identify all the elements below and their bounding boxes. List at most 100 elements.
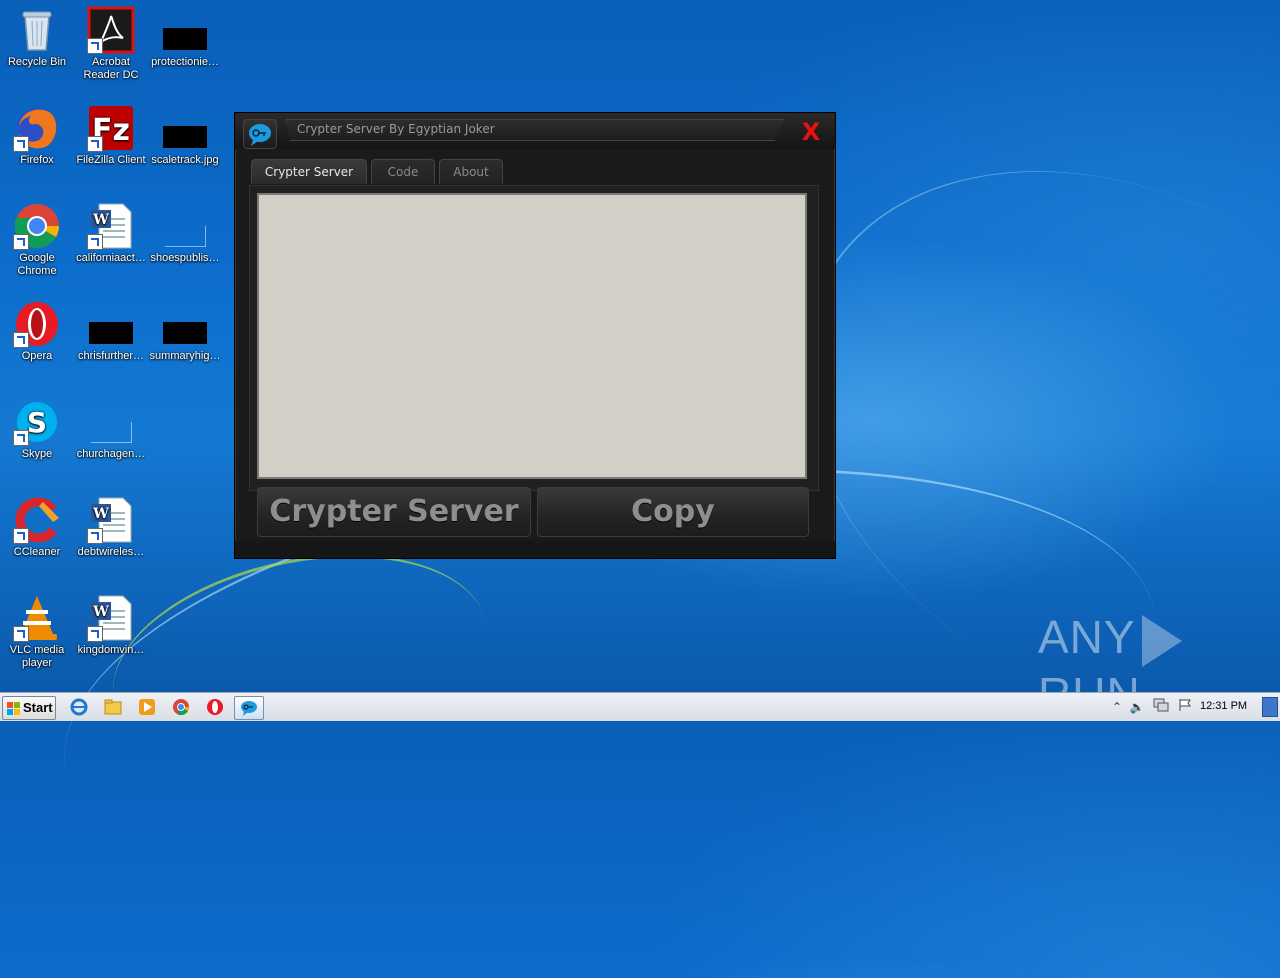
desktop-icon-label: Recycle Bin: [7, 56, 67, 68]
desktop-icon-label: summaryhig…: [149, 350, 221, 362]
shortcut-arrow-icon: [87, 38, 103, 54]
desktop-icon-vlc[interactable]: VLC media player: [0, 594, 74, 670]
acrobat-reader-icon: [87, 6, 135, 54]
shortcut-arrow-icon: [13, 234, 29, 250]
shortcut-arrow-icon: [87, 626, 103, 642]
tab-about[interactable]: About: [439, 159, 503, 184]
opera-icon[interactable]: [202, 696, 228, 718]
redacted-file-icon: [161, 104, 209, 152]
desktop-icon-skype[interactable]: S Skype: [0, 398, 74, 461]
window-title: Crypter Server By Egyptian Joker: [297, 122, 495, 136]
desktop-icon-google-chrome[interactable]: Google Chrome: [0, 202, 74, 278]
desktop-icon-opera[interactable]: Opera: [0, 300, 74, 363]
redacted-file-icon: [161, 6, 209, 54]
desktop-icon-label: Acrobat Reader DC: [83, 56, 139, 81]
desktop-icon-label: FileZilla Client: [76, 154, 146, 166]
desktop-icon-label: churchagen…: [76, 448, 146, 460]
desktop-icon-label: Google Chrome: [17, 252, 57, 277]
taskbar: Start ⌃ 🔈 12:31 PM: [0, 692, 1280, 721]
desktop-icon-protectionie[interactable]: protectionie…: [148, 6, 222, 69]
ccleaner-icon: [13, 496, 61, 544]
window-bottom-border: [235, 541, 835, 558]
shortcut-arrow-icon: [87, 234, 103, 250]
desktop-icon-summaryhig[interactable]: summaryhig…: [148, 300, 222, 363]
shortcut-arrow-icon: [87, 136, 103, 152]
shortcut-arrow-icon: [13, 136, 29, 152]
svg-text:W: W: [92, 604, 109, 620]
shortcut-arrow-icon: [13, 430, 29, 446]
watermark-text-left: ANY: [1038, 611, 1136, 663]
shortcut-arrow-icon: [13, 626, 29, 642]
desktop-icon-chrisfurther[interactable]: chrisfurther…: [74, 300, 148, 363]
desktop-icon-label: protectionie…: [151, 56, 219, 68]
action-center-flag-icon[interactable]: [1176, 698, 1194, 716]
vlc-icon: [13, 594, 61, 642]
desktop-icon-californiaact[interactable]: W californiaact…: [74, 202, 148, 265]
desktop-icon-scaletrack[interactable]: scaletrack.jpg: [148, 104, 222, 167]
chrome-icon: [13, 202, 61, 250]
crypter-server-button[interactable]: Crypter Server: [257, 487, 531, 537]
shortcut-arrow-icon: [13, 332, 29, 348]
desktop-icon-label: Firefox: [20, 154, 54, 166]
chrome-icon[interactable]: [168, 696, 194, 718]
word-document-icon: W: [87, 594, 135, 642]
desktop-icon-label: debtwireles…: [77, 546, 145, 558]
play-icon: [1141, 614, 1182, 667]
desktop-icon-label: shoespublis…: [150, 252, 220, 264]
svg-text:W: W: [92, 506, 109, 522]
svg-text:S: S: [27, 406, 47, 439]
blank-file-icon: [87, 398, 135, 446]
desktop-icon-firefox[interactable]: Firefox: [0, 104, 74, 167]
show-desktop-button[interactable]: [1262, 697, 1278, 717]
redacted-file-icon: [161, 300, 209, 348]
windows-logo-icon: [7, 701, 21, 715]
output-textarea[interactable]: [257, 193, 807, 479]
shortcut-arrow-icon: [87, 528, 103, 544]
network-icon[interactable]: [1152, 698, 1170, 716]
desktop-icon-churchagen[interactable]: churchagen…: [74, 398, 148, 461]
desktop-icon-acrobat-reader[interactable]: Acrobat Reader DC: [74, 6, 148, 82]
tab-code[interactable]: Code: [371, 159, 435, 184]
desktop-icon-label: scaletrack.jpg: [151, 154, 219, 166]
desktop-icon-label: kingdomvin…: [77, 644, 145, 656]
desktop-icon-shoespublis[interactable]: shoespublis…: [148, 202, 222, 265]
firefox-icon: [13, 104, 61, 152]
show-hidden-icons-arrow-icon[interactable]: ⌃: [1108, 698, 1126, 716]
redacted-file-icon: [87, 300, 135, 348]
word-document-icon: W: [87, 496, 135, 544]
desktop-icon-kingdomvin[interactable]: W kingdomvin…: [74, 594, 148, 657]
recycle-bin-icon: [13, 6, 61, 54]
word-document-icon: W: [87, 202, 135, 250]
clock[interactable]: 12:31 PM: [1200, 700, 1247, 712]
media-player-icon[interactable]: [134, 696, 160, 718]
desktop-icon-ccleaner[interactable]: CCleaner: [0, 496, 74, 559]
close-button[interactable]: X: [797, 119, 825, 145]
volume-icon[interactable]: 🔈: [1128, 698, 1146, 716]
window-titlebar[interactable]: Crypter Server By Egyptian Joker X: [235, 113, 835, 149]
copy-button[interactable]: Copy: [537, 487, 809, 537]
svg-text:W: W: [92, 212, 109, 228]
start-button[interactable]: Start: [2, 696, 56, 720]
desktop-icon-label: chrisfurther…: [77, 350, 145, 362]
blank-file-icon: [161, 202, 209, 250]
internet-explorer-icon[interactable]: [66, 696, 92, 718]
desktop-icon-label: CCleaner: [13, 546, 61, 558]
opera-icon: [13, 300, 61, 348]
crypter-app-icon[interactable]: [234, 696, 264, 720]
desktop-icon-recycle-bin[interactable]: Recycle Bin: [0, 6, 74, 69]
file-explorer-icon[interactable]: [100, 696, 126, 718]
start-label: Start: [23, 700, 53, 715]
shortcut-arrow-icon: [13, 528, 29, 544]
filezilla-icon: Fz: [87, 104, 135, 152]
desktop-icon-label: Skype: [21, 448, 53, 460]
tab-crypter-server[interactable]: Crypter Server: [251, 159, 367, 184]
desktop-icon-debtwireles[interactable]: W debtwireles…: [74, 496, 148, 559]
desktop-icon-label: VLC media player: [9, 644, 65, 669]
crypter-server-window: Crypter Server By Egyptian Joker X Crypt…: [234, 112, 836, 559]
desktop-icon-label: californiaact…: [76, 252, 146, 264]
desktop-icon-label: Opera: [21, 350, 53, 362]
tab-bar: Crypter Server Code About: [249, 157, 817, 186]
skype-icon: S: [13, 398, 61, 446]
desktop-icon-filezilla[interactable]: Fz FileZilla Client: [74, 104, 148, 167]
app-logo-icon: [243, 119, 277, 149]
